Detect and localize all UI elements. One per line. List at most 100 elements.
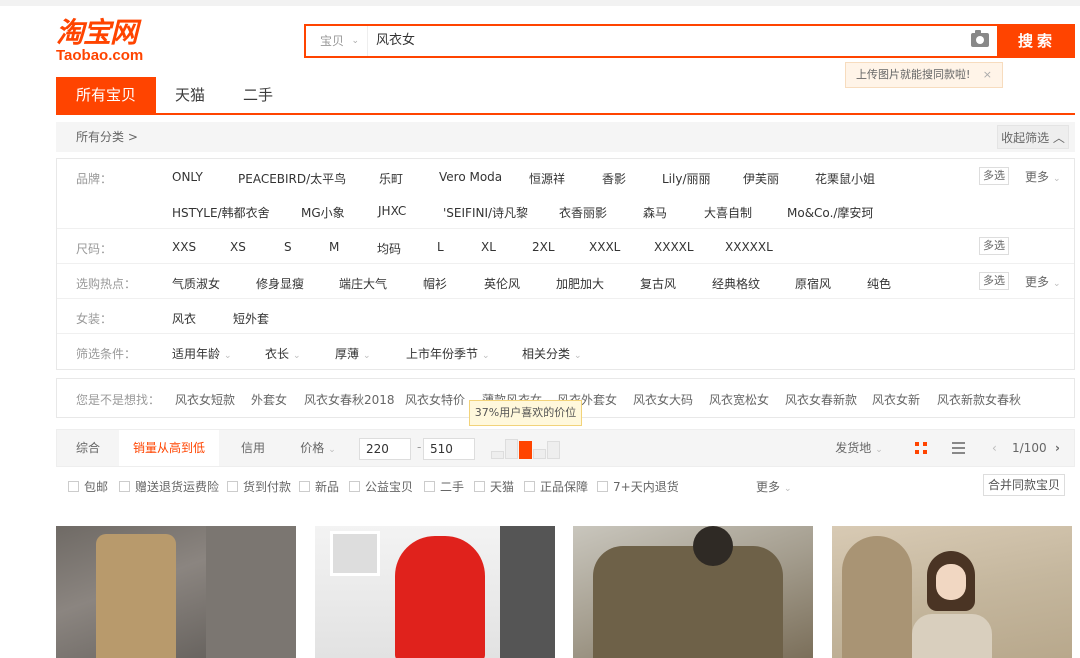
camera-icon[interactable] <box>971 30 989 47</box>
hot-option[interactable]: 原宿风 <box>795 275 831 292</box>
condition-dropdown[interactable]: 厚薄 ⌄ <box>335 345 371 362</box>
brand-option[interactable]: HSTYLE/韩都衣舍 <box>172 204 270 221</box>
product-image[interactable] <box>56 526 296 658</box>
brand-option[interactable]: MG小象 <box>301 204 345 221</box>
hot-option[interactable]: 帽衫 <box>423 275 447 292</box>
hot-option[interactable]: 修身显瘦 <box>256 275 304 292</box>
search-input[interactable] <box>376 26 966 56</box>
option-checkbox[interactable]: 新品 <box>299 478 339 495</box>
hot-multi-select-button[interactable]: 多选 <box>979 272 1009 290</box>
size-option[interactable]: XXXXXL <box>725 240 773 254</box>
size-option[interactable]: XL <box>481 240 496 254</box>
brand-option[interactable]: 'SEIFINI/诗凡黎 <box>443 204 528 221</box>
brand-option[interactable]: JHXC <box>378 204 406 218</box>
fold-filters-button[interactable]: 收起筛选 ︿ <box>997 125 1069 149</box>
option-checkbox[interactable]: 天猫 <box>474 478 514 495</box>
hot-more-button[interactable]: 更多 ⌄ <box>1025 273 1061 290</box>
hot-option[interactable]: 纯色 <box>867 275 891 292</box>
price-bar[interactable] <box>505 439 518 459</box>
hot-option[interactable]: 复古风 <box>640 275 676 292</box>
option-checkbox[interactable]: 二手 <box>424 478 464 495</box>
suggestion-link[interactable]: 风衣新款女春秋 <box>937 391 1021 408</box>
option-checkbox[interactable]: 赠送退货运费险 <box>119 478 219 495</box>
sort-credit[interactable]: 信用 <box>219 430 287 466</box>
size-option[interactable]: XXXXL <box>654 240 694 254</box>
brand-option[interactable]: 大喜自制 <box>704 204 752 221</box>
brand-option[interactable]: 森马 <box>643 204 667 221</box>
prev-page-icon[interactable]: ‹ <box>992 430 997 466</box>
search-button[interactable]: 搜索 <box>999 24 1075 58</box>
women-option[interactable]: 短外套 <box>233 310 269 327</box>
women-option[interactable]: 风衣 <box>172 310 196 327</box>
hot-option[interactable]: 英伦风 <box>484 275 520 292</box>
all-categories-link[interactable]: 所有分类 > <box>76 122 138 152</box>
option-checkbox[interactable]: 货到付款 <box>227 478 291 495</box>
brand-option[interactable]: 香影 <box>602 170 626 187</box>
price-bar[interactable] <box>533 449 546 459</box>
hot-option[interactable]: 加肥加大 <box>556 275 604 292</box>
ship-from-dropdown[interactable]: 发货地 ⌄ <box>827 430 891 466</box>
search-category-select[interactable]: 宝贝 ⌄ <box>306 26 368 56</box>
brand-multi-select-button[interactable]: 多选 <box>979 167 1009 185</box>
merge-same-items-button[interactable]: 合并同款宝贝 <box>983 474 1065 496</box>
taobao-logo[interactable]: 淘宝网 Taobao.com <box>56 18 160 66</box>
options-more-button[interactable]: 更多 ⌄ <box>756 478 792 495</box>
tab-secondhand[interactable]: 二手 <box>224 77 292 113</box>
suggestion-link[interactable]: 风衣女春新款 <box>785 391 857 408</box>
price-min-input[interactable]: 220 <box>359 438 411 460</box>
product-image[interactable] <box>832 526 1072 658</box>
size-option[interactable]: XXS <box>172 240 196 254</box>
brand-option[interactable]: 花栗鼠小姐 <box>815 170 875 187</box>
brand-option[interactable]: 伊芙丽 <box>743 170 779 187</box>
hot-option[interactable]: 气质淑女 <box>172 275 220 292</box>
sort-price[interactable]: 价格 ⌄ <box>287 430 349 466</box>
price-max-input[interactable]: 510 <box>423 438 475 460</box>
hot-option[interactable]: 经典格纹 <box>712 275 760 292</box>
brand-option[interactable]: Lily/丽丽 <box>662 170 711 187</box>
product-image[interactable] <box>573 526 813 658</box>
list-view-icon[interactable] <box>952 442 965 454</box>
price-bar[interactable] <box>547 441 560 459</box>
price-histogram[interactable] <box>491 439 563 459</box>
brand-option[interactable]: PEACEBIRD/太平鸟 <box>238 170 346 187</box>
sort-sales-desc[interactable]: 销量从高到低 <box>119 430 219 466</box>
product-image[interactable] <box>315 526 555 658</box>
size-multi-select-button[interactable]: 多选 <box>979 237 1009 255</box>
suggestion-link[interactable]: 风衣女短款 <box>175 391 235 408</box>
grid-view-icon[interactable] <box>915 442 927 454</box>
option-checkbox[interactable]: 正品保障 <box>524 478 588 495</box>
brand-option[interactable]: Vero Moda <box>439 170 502 184</box>
sort-default[interactable]: 综合 <box>57 430 119 466</box>
next-page-icon[interactable]: › <box>1055 430 1060 466</box>
suggestion-link[interactable]: 风衣女春秋2018 <box>304 391 395 408</box>
tab-all-items[interactable]: 所有宝贝 <box>56 77 156 113</box>
option-checkbox[interactable]: 公益宝贝 <box>349 478 413 495</box>
brand-option[interactable]: Mo&Co./摩安珂 <box>787 204 873 221</box>
size-option[interactable]: XS <box>230 240 246 254</box>
size-option[interactable]: 均码 <box>377 240 401 257</box>
brand-option[interactable]: 衣香丽影 <box>559 204 607 221</box>
condition-dropdown[interactable]: 上市年份季节 ⌄ <box>406 345 490 362</box>
hot-option[interactable]: 端庄大气 <box>339 275 387 292</box>
suggestion-link[interactable]: 风衣女新 <box>872 391 920 408</box>
brand-option[interactable]: ONLY <box>172 170 203 184</box>
price-bar-selected[interactable] <box>519 441 532 459</box>
option-checkbox[interactable]: 7+天内退货 <box>597 478 679 495</box>
suggestion-link[interactable]: 风衣宽松女 <box>709 391 769 408</box>
brand-option[interactable]: 乐町 <box>379 170 403 187</box>
size-option[interactable]: XXXL <box>589 240 620 254</box>
suggestion-link[interactable]: 风衣女大码 <box>633 391 693 408</box>
suggestion-link[interactable]: 外套女 <box>251 391 287 408</box>
condition-dropdown[interactable]: 适用年龄 ⌄ <box>172 345 232 362</box>
size-option[interactable]: 2XL <box>532 240 555 254</box>
brand-option[interactable]: 恒源祥 <box>529 170 565 187</box>
brand-more-button[interactable]: 更多 ⌄ <box>1025 168 1061 185</box>
condition-dropdown[interactable]: 衣长 ⌄ <box>265 345 301 362</box>
option-checkbox[interactable]: 包邮 <box>68 478 108 495</box>
price-bar[interactable] <box>491 451 504 459</box>
size-option[interactable]: M <box>329 240 339 254</box>
tab-tmall[interactable]: 天猫 <box>156 77 224 113</box>
size-option[interactable]: S <box>284 240 292 254</box>
size-option[interactable]: L <box>437 240 444 254</box>
condition-dropdown[interactable]: 相关分类 ⌄ <box>522 345 582 362</box>
